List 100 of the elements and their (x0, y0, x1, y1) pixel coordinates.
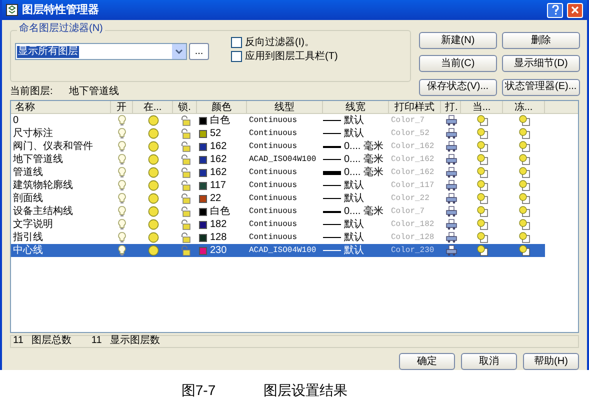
column-header[interactable]: 颜色 (197, 101, 247, 113)
dialog-button[interactable]: 当前(C) (418, 55, 497, 72)
column-header[interactable]: 打. (441, 101, 461, 113)
printer-icon[interactable] (446, 115, 456, 126)
color-swatch[interactable] (199, 194, 207, 202)
column-header[interactable]: 线型 (247, 101, 323, 113)
sun-icon[interactable] (148, 245, 158, 256)
sun-icon[interactable] (148, 141, 158, 152)
dialog-button[interactable]: 删除 (502, 32, 580, 49)
column-header[interactable]: 线宽 (323, 101, 389, 113)
sun-viewport-icon[interactable] (476, 232, 488, 243)
printer-icon[interactable] (446, 232, 456, 243)
sun-viewport-icon[interactable] (518, 193, 530, 204)
lock-icon[interactable] (180, 115, 190, 126)
column-header[interactable]: 在... (133, 101, 173, 113)
close-icon[interactable] (567, 2, 583, 18)
dialog-button[interactable]: 状态管理器(E)... (502, 78, 580, 96)
sun-viewport-icon[interactable] (518, 128, 530, 139)
printer-icon[interactable] (446, 219, 456, 230)
color-swatch[interactable] (199, 156, 207, 164)
light-bulb-icon[interactable] (118, 245, 126, 256)
sun-viewport-icon[interactable] (476, 206, 488, 217)
color-swatch[interactable] (199, 168, 207, 176)
sun-viewport-icon[interactable] (476, 180, 488, 191)
sun-viewport-icon[interactable] (518, 206, 530, 217)
help-icon[interactable] (547, 2, 563, 18)
light-bulb-icon[interactable] (118, 128, 126, 139)
browse-button[interactable]: ... (189, 43, 209, 60)
column-header[interactable]: 锁. (173, 101, 197, 113)
printer-icon[interactable] (446, 167, 456, 178)
sun-icon[interactable] (148, 219, 158, 230)
lock-icon[interactable] (180, 193, 190, 204)
light-bulb-icon[interactable] (118, 154, 126, 165)
sun-viewport-icon[interactable] (518, 167, 530, 178)
sun-icon[interactable] (148, 115, 158, 126)
sun-viewport-icon[interactable] (476, 245, 488, 256)
sun-viewport-icon[interactable] (518, 141, 530, 152)
sun-icon[interactable] (148, 154, 158, 165)
lock-icon[interactable] (180, 180, 190, 191)
sun-viewport-icon[interactable] (518, 154, 530, 165)
light-bulb-icon[interactable] (118, 219, 126, 230)
lock-icon[interactable] (180, 219, 190, 230)
column-header[interactable]: 打印样式 (389, 101, 441, 113)
dialog-button[interactable]: 新建(N) (418, 32, 497, 49)
dialog-button[interactable]: 确定 (399, 353, 455, 370)
dialog-button[interactable]: 帮助(H) (523, 353, 579, 370)
layer-row[interactable]: 中心线 230 ACAD_ISO04W100 默认 Color_230 (11, 244, 545, 257)
printer-icon[interactable] (446, 245, 456, 256)
lock-icon[interactable] (180, 141, 190, 152)
sun-icon[interactable] (148, 180, 158, 191)
color-swatch[interactable] (199, 246, 207, 254)
sun-viewport-icon[interactable] (518, 180, 530, 191)
sun-viewport-icon[interactable] (518, 232, 530, 243)
sun-icon[interactable] (148, 167, 158, 178)
printer-icon[interactable] (446, 128, 456, 139)
light-bulb-icon[interactable] (118, 115, 126, 126)
sun-icon[interactable] (148, 232, 158, 243)
lock-icon[interactable] (180, 206, 190, 217)
printer-icon[interactable] (446, 154, 456, 165)
sun-viewport-icon[interactable] (476, 193, 488, 204)
sun-viewport-icon[interactable] (476, 128, 488, 139)
column-header[interactable]: 冻... (503, 101, 545, 113)
column-header[interactable]: 开 (111, 101, 133, 113)
dialog-button[interactable]: 显示细节(D) (502, 55, 580, 72)
lock-icon[interactable] (180, 232, 190, 243)
sun-viewport-icon[interactable] (518, 245, 530, 256)
dropdown-caret-icon[interactable] (172, 44, 186, 59)
light-bulb-icon[interactable] (118, 141, 126, 152)
checkbox[interactable] (231, 51, 242, 62)
color-swatch[interactable] (199, 142, 207, 150)
column-header[interactable]: 名称 (11, 101, 111, 113)
checkbox[interactable] (231, 37, 242, 48)
color-swatch[interactable] (199, 116, 207, 124)
sun-viewport-icon[interactable] (476, 219, 488, 230)
filter-dropdown[interactable]: 显示所有图层 (15, 43, 187, 60)
light-bulb-icon[interactable] (118, 180, 126, 191)
sun-icon[interactable] (148, 206, 158, 217)
lock-icon[interactable] (180, 128, 190, 139)
light-bulb-icon[interactable] (118, 206, 126, 217)
lock-icon[interactable] (180, 167, 190, 178)
dialog-button[interactable]: 保存状态(V)... (418, 78, 497, 96)
sun-icon[interactable] (148, 128, 158, 139)
color-swatch[interactable] (199, 182, 207, 190)
color-swatch[interactable] (199, 234, 207, 242)
sun-viewport-icon[interactable] (518, 219, 530, 230)
sun-viewport-icon[interactable] (518, 115, 530, 126)
color-swatch[interactable] (199, 130, 207, 138)
sun-icon[interactable] (148, 193, 158, 204)
light-bulb-icon[interactable] (118, 232, 126, 243)
color-swatch[interactable] (199, 220, 207, 228)
lock-icon[interactable] (180, 154, 190, 165)
sun-viewport-icon[interactable] (476, 115, 488, 126)
light-bulb-icon[interactable] (118, 193, 126, 204)
sun-viewport-icon[interactable] (476, 154, 488, 165)
printer-icon[interactable] (446, 180, 456, 191)
sun-viewport-icon[interactable] (476, 141, 488, 152)
dialog-button[interactable]: 取消 (461, 353, 517, 370)
color-swatch[interactable] (199, 208, 207, 216)
lock-icon[interactable] (180, 245, 190, 256)
printer-icon[interactable] (446, 206, 456, 217)
